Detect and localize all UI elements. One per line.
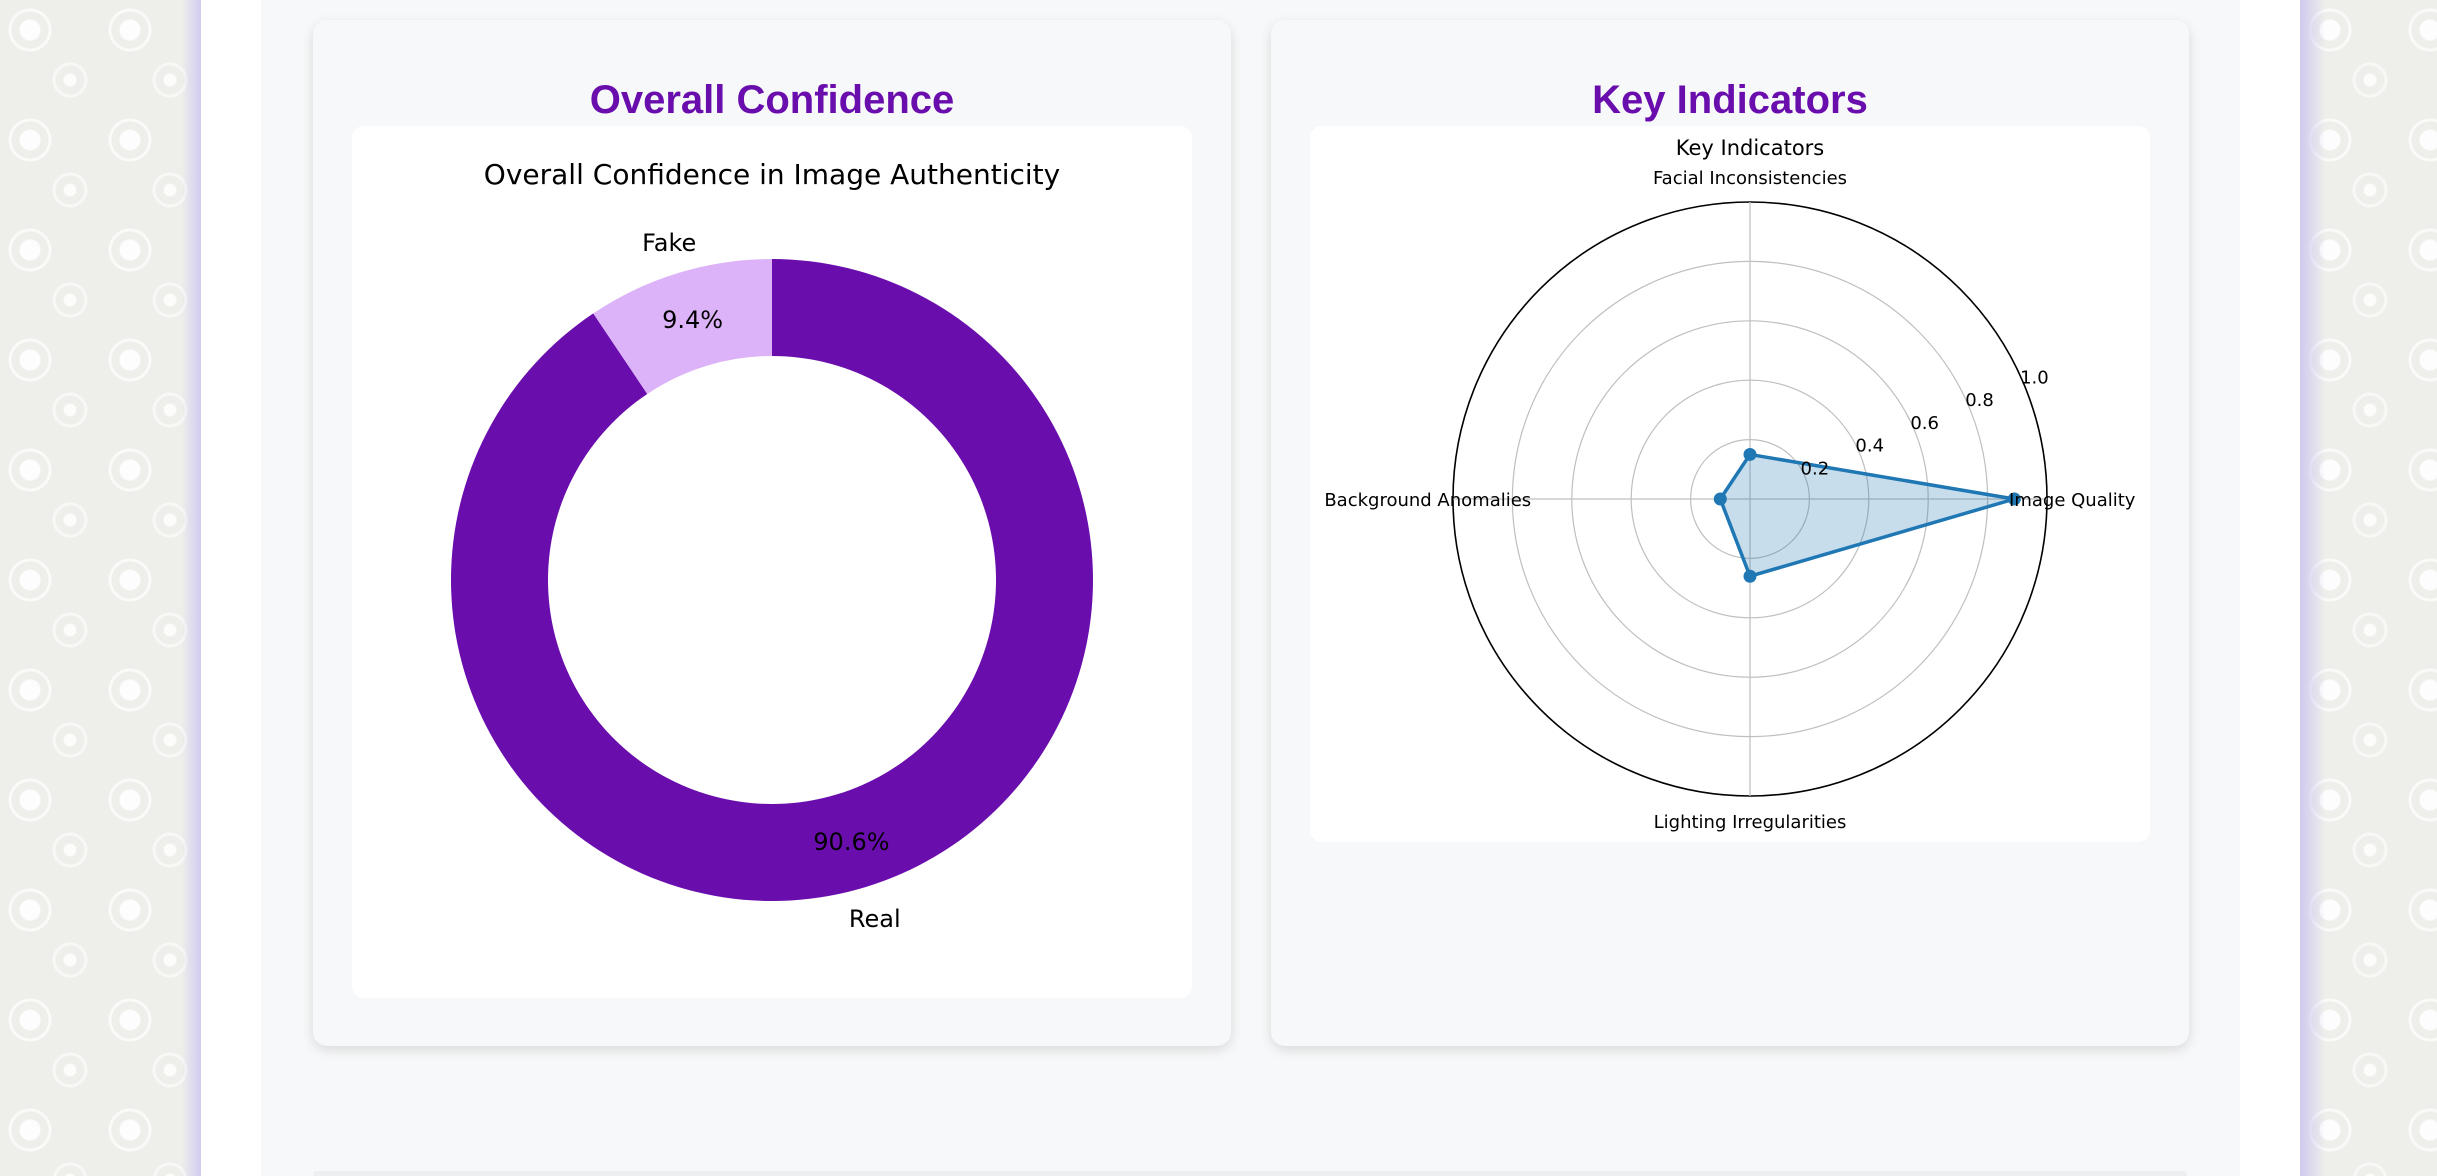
radar-category-background-anomalies: Background Anomalies: [1324, 490, 1531, 511]
radar-chart: Key Indicators 0.2 0.4 0.6 0.8 1.0 Image Qual…: [1324, 136, 2136, 833]
donut-chart: Overall Confidence in Image Authenticity…: [451, 158, 1093, 933]
radar-chart-title: Key Indicators: [1676, 136, 1825, 160]
donut-chart-title: Overall Confidence in Image Authenticity: [484, 158, 1060, 191]
radar-tick-label: 0.6: [1910, 413, 1939, 434]
radar-category-image-quality: Image Quality: [2009, 490, 2136, 511]
radar-tick-label: 1.0: [2020, 367, 2049, 388]
radar-chart-container: Key Indicators 0.2 0.4 0.6 0.8 1.0 Image Qual…: [1310, 126, 2150, 842]
page-side-glow-left: [182, 0, 202, 1176]
donut-value-fake: 9.4%: [662, 306, 723, 334]
overall-confidence-card: Overall Confidence Overall Confidence in…: [313, 20, 1231, 1046]
radar-tick-label: 0.4: [1855, 436, 1884, 457]
key-indicators-heading: Key Indicators: [1592, 78, 1868, 122]
radar-point-facial-inconsistencies: [1743, 447, 1757, 461]
radar-tick-label: 0.8: [1965, 390, 1994, 411]
donut-chart-container: Overall Confidence in Image Authenticity…: [352, 126, 1192, 998]
radar-category-facial-inconsistencies: Facial Inconsistencies: [1653, 168, 1847, 189]
donut-label-fake: Fake: [642, 229, 696, 257]
radar-tick-label: 0.2: [1801, 458, 1830, 479]
radar-category-lighting-irregularities: Lighting Irregularities: [1654, 812, 1847, 833]
overall-confidence-heading: Overall Confidence: [589, 78, 955, 122]
donut-value-real: 90.6%: [813, 828, 889, 856]
page-side-glow-right: [2300, 0, 2325, 1176]
radar-point-lighting-irregularities: [1743, 569, 1757, 583]
donut-label-real: Real: [849, 905, 901, 933]
next-section-top: [313, 1171, 2187, 1176]
key-indicators-card: Key Indicators Key Indicators 0.2 0.4 0.6 0…: [1271, 20, 2189, 1046]
radar-point-background-anomalies: [1713, 492, 1727, 506]
